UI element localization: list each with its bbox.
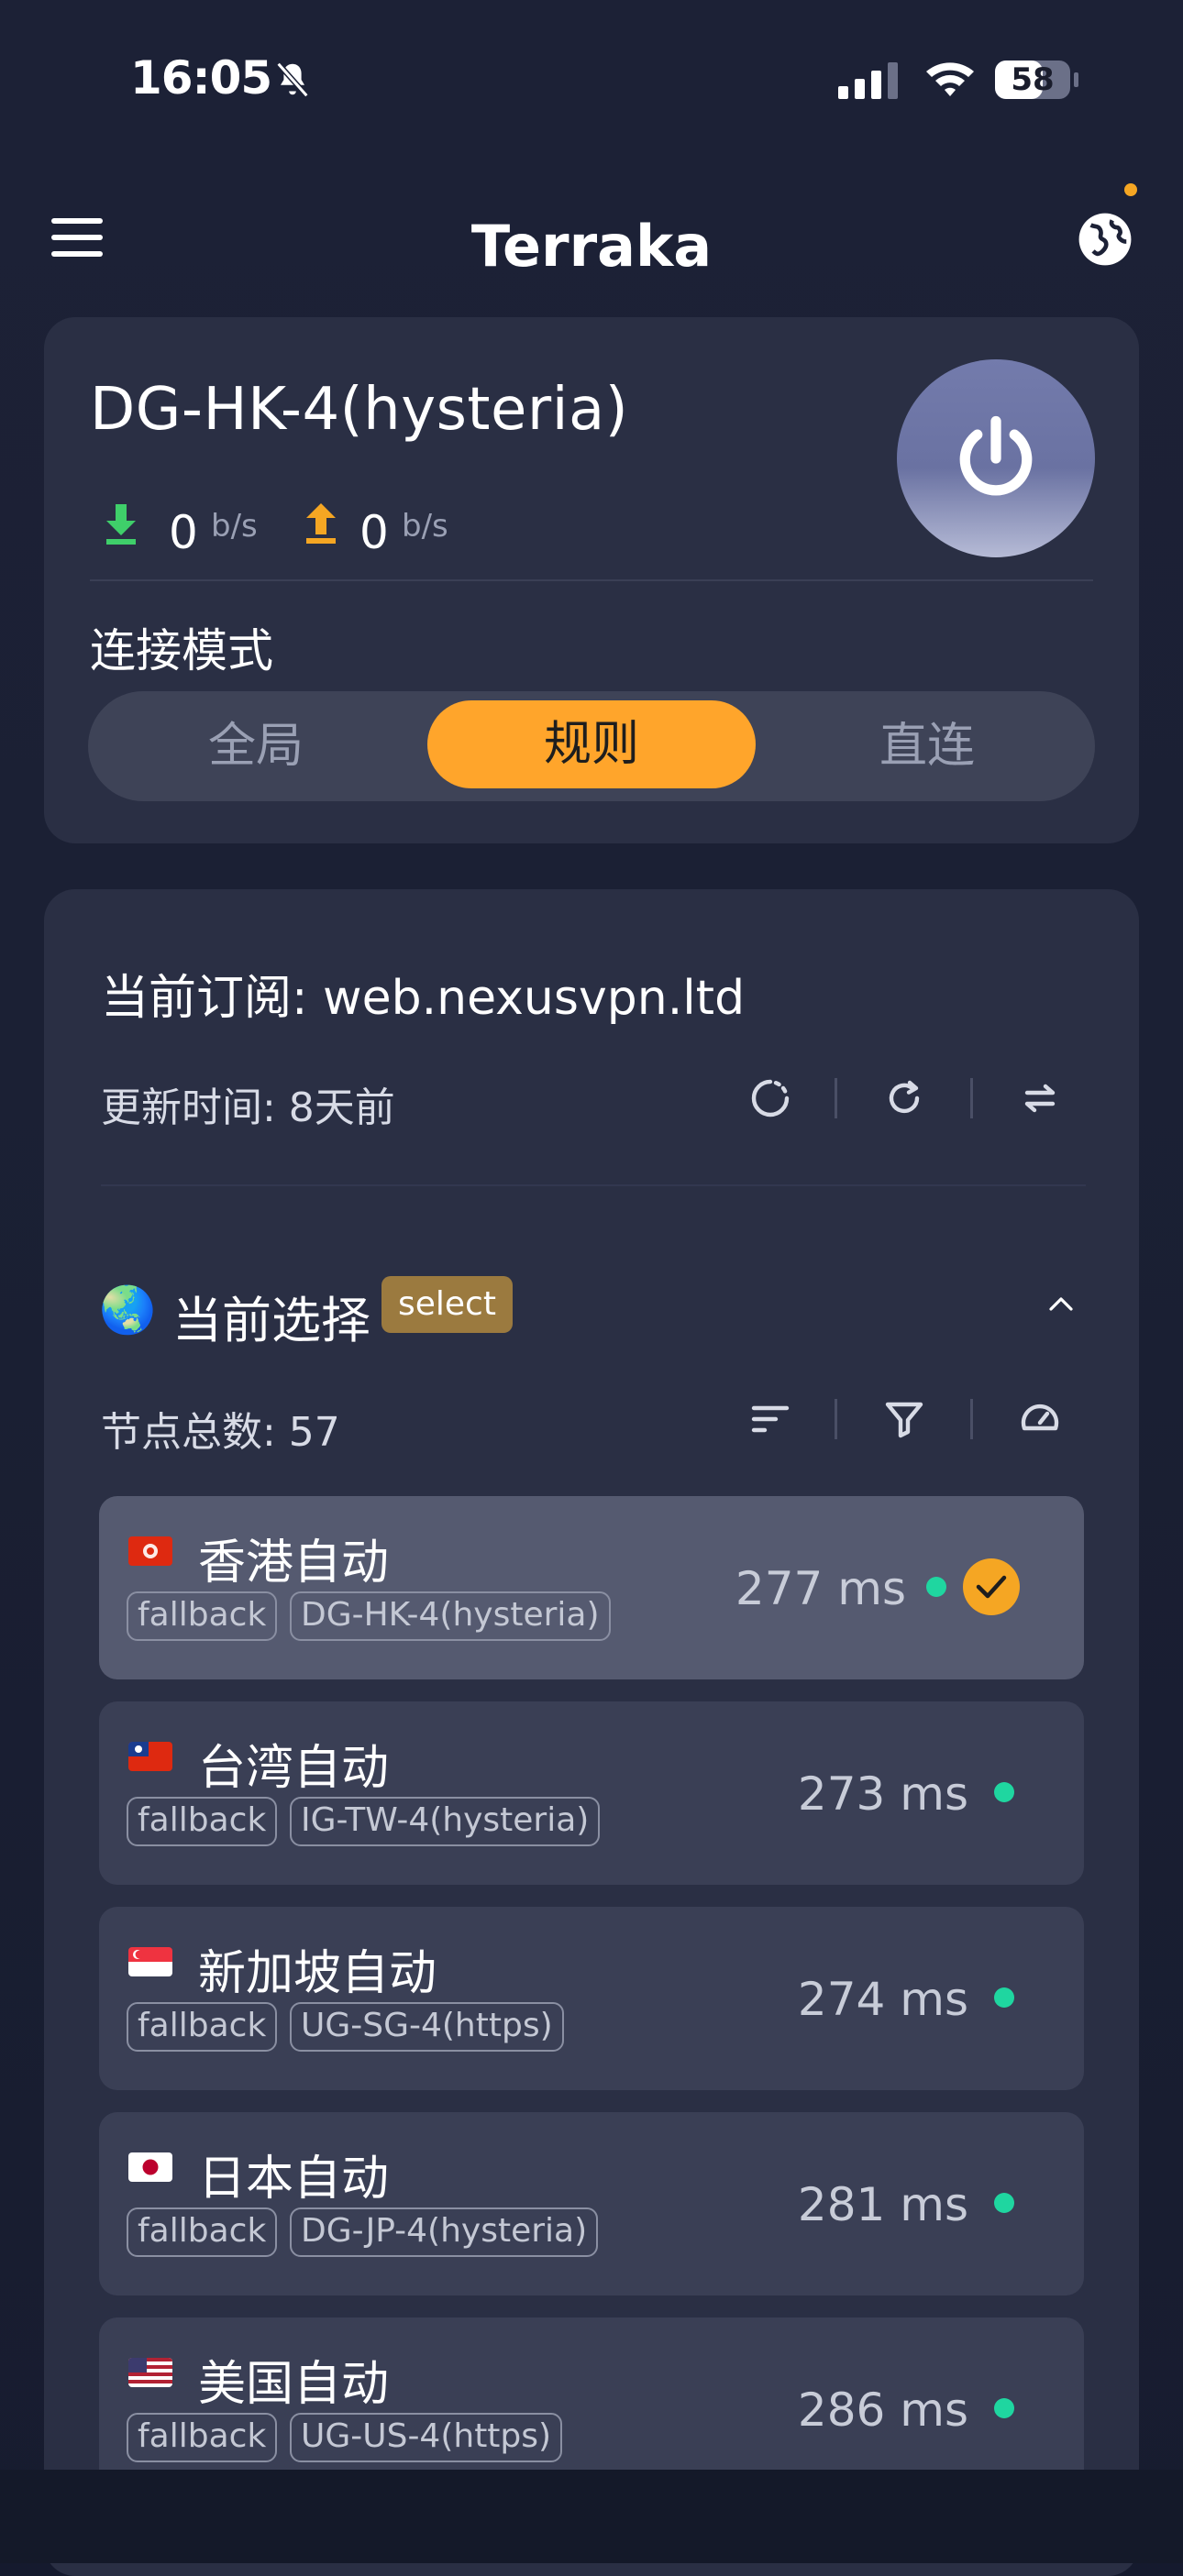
globe-icon[interactable]	[1077, 211, 1133, 268]
separator	[835, 1399, 837, 1439]
node-name: 新加坡自动	[198, 1946, 437, 2001]
battery-level: 58	[1011, 61, 1055, 98]
status-dot	[926, 1577, 946, 1597]
node-item-sg[interactable]: 新加坡自动 fallback UG-SG-4(https) 274 ms	[99, 1907, 1084, 2090]
hong-kong-flag-icon	[128, 1536, 172, 1566]
node-target-tag: DG-JP-4(hysteria)	[290, 2207, 599, 2257]
node-type-tag: fallback	[127, 1797, 278, 1846]
download-unit: b/s	[211, 508, 258, 545]
node-name: 台湾自动	[198, 1741, 390, 1796]
taiwan-flag-icon	[128, 1742, 172, 1771]
node-type-tag: fallback	[127, 2002, 278, 2052]
filter-icon[interactable]	[882, 1397, 926, 1441]
status-dot	[994, 1987, 1014, 2008]
loading-icon[interactable]	[748, 1076, 792, 1120]
node-latency: 274 ms	[797, 1973, 968, 2026]
update-time: 更新时间: 8天前	[101, 1084, 395, 1131]
sort-icon[interactable]	[748, 1397, 792, 1441]
power-button[interactable]	[897, 359, 1095, 557]
notification-dot	[1124, 183, 1137, 196]
node-item-tw[interactable]: 台湾自动 fallback IG-TW-4(hysteria) 273 ms	[99, 1701, 1084, 1885]
cellular-signal-icon	[838, 62, 898, 99]
app-title: Terraka	[470, 213, 713, 280]
usa-flag-icon	[128, 2358, 172, 2387]
selected-check-icon	[963, 1558, 1020, 1615]
node-latency: 273 ms	[797, 1767, 968, 1821]
chevron-up-icon[interactable]	[1045, 1293, 1077, 1315]
singapore-flag-icon	[128, 1947, 172, 1976]
separator	[970, 1399, 973, 1439]
connection-mode-label: 连接模式	[90, 624, 273, 677]
node-target-tag: UG-US-4(https)	[290, 2413, 563, 2462]
status-dot	[994, 2193, 1014, 2213]
swap-icon[interactable]	[1018, 1076, 1062, 1120]
node-target-tag: UG-SG-4(https)	[290, 2002, 564, 2052]
separator	[970, 1078, 973, 1118]
status-dot	[994, 2398, 1014, 2418]
node-count: 节点总数: 57	[101, 1409, 340, 1456]
node-latency: 281 ms	[797, 2178, 968, 2231]
node-latency: 277 ms	[735, 1562, 906, 1615]
group-type-badge: select	[381, 1276, 513, 1333]
refresh-icon[interactable]	[882, 1076, 926, 1120]
download-icon	[106, 504, 136, 545]
upload-icon	[306, 503, 336, 544]
node-name: 香港自动	[198, 1536, 390, 1591]
speedometer-icon[interactable]	[1018, 1397, 1062, 1441]
divider	[101, 1184, 1086, 1186]
japan-flag-icon	[128, 2152, 172, 2182]
node-name: 美国自动	[198, 2357, 390, 2412]
power-icon	[959, 415, 1033, 496]
separator	[835, 1078, 837, 1118]
node-type-tag: fallback	[127, 1591, 278, 1641]
mode-rule[interactable]: 规则	[427, 700, 756, 788]
mode-global[interactable]: 全局	[88, 691, 424, 801]
battery-indicator: 58	[994, 59, 1080, 101]
mode-segmented-control: 全局 规则 直连	[88, 691, 1095, 801]
download-speed: 0	[169, 506, 198, 559]
wifi-icon	[926, 62, 974, 96]
node-type-tag: fallback	[127, 2207, 278, 2257]
mode-direct[interactable]: 直连	[759, 691, 1095, 801]
group-title: 当前选择	[172, 1292, 370, 1349]
node-target-tag: IG-TW-4(hysteria)	[290, 1797, 601, 1846]
status-dot	[994, 1782, 1014, 1802]
node-latency: 286 ms	[797, 2383, 968, 2437]
upload-speed: 0	[359, 506, 389, 559]
subscription-title: 当前订阅: web.nexusvpn.ltd	[101, 971, 746, 1026]
node-item-jp[interactable]: 日本自动 fallback DG-JP-4(hysteria) 281 ms	[99, 2112, 1084, 2295]
bottom-bar	[0, 2470, 1183, 2563]
current-node-name: DG-HK-4(hysteria)	[90, 376, 629, 444]
node-item-hk[interactable]: 香港自动 fallback DG-HK-4(hysteria) 277 ms	[99, 1496, 1084, 1679]
node-target-tag: DG-HK-4(hysteria)	[290, 1591, 611, 1641]
globe-emoji-icon: 🌏	[99, 1283, 157, 1337]
node-name: 日本自动	[198, 2152, 390, 2207]
status-time: 16:05	[130, 51, 272, 105]
upload-unit: b/s	[402, 508, 448, 545]
divider	[90, 579, 1093, 581]
node-type-tag: fallback	[127, 2413, 278, 2462]
bell-muted-icon	[276, 61, 309, 98]
